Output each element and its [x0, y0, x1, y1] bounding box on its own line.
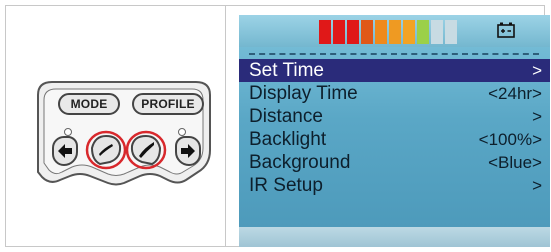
menu-item-label: Display Time — [249, 83, 358, 104]
battery-icon — [497, 22, 515, 38]
menu-item-label: IR Setup — [249, 175, 323, 196]
menu-item[interactable]: Set Time > — [239, 59, 550, 82]
battery-segment — [389, 20, 401, 44]
lcd-display: Set Time > Display Time <24hr> Distance > Back… — [239, 15, 550, 247]
menu-item[interactable]: Distance > — [239, 105, 550, 128]
battery-segment — [361, 20, 373, 44]
menu-item-value: <24hr> — [488, 84, 542, 103]
menu-item[interactable]: Display Time <24hr> — [239, 82, 550, 105]
control-pad: MODE PROFILE — [0, 0, 225, 252]
battery-segment — [333, 20, 345, 44]
bottom-bar — [239, 227, 550, 247]
battery-segment — [431, 20, 443, 44]
menu-item-label: Backlight — [249, 129, 327, 150]
menu-item-label: Set Time — [249, 60, 324, 81]
menu-item-label: Distance — [249, 106, 323, 127]
menu-item-value: > — [532, 176, 542, 195]
battery-segment — [375, 20, 387, 44]
panel-divider — [225, 5, 226, 247]
battery-segment — [347, 20, 359, 44]
menu-item[interactable]: IR Setup > — [239, 174, 550, 197]
status-bar — [239, 15, 550, 47]
menu-item-value: <Blue> — [488, 153, 542, 172]
battery-segment — [319, 20, 331, 44]
battery-segment — [417, 20, 429, 44]
menu-item[interactable]: Backlight <100%> — [239, 128, 550, 151]
menu-item[interactable]: Background <Blue> — [239, 151, 550, 174]
separator-dashes — [249, 53, 539, 55]
battery-segment — [445, 20, 457, 44]
battery-segment — [403, 20, 415, 44]
menu-item-value: > — [532, 107, 542, 126]
menu-item-value: > — [532, 61, 542, 80]
menu-item-value: <100%> — [478, 130, 542, 149]
highlighted-buttons — [85, 130, 167, 170]
menu-item-label: Background — [249, 152, 351, 173]
settings-menu: Set Time > Display Time <24hr> Distance > Back… — [239, 59, 550, 197]
